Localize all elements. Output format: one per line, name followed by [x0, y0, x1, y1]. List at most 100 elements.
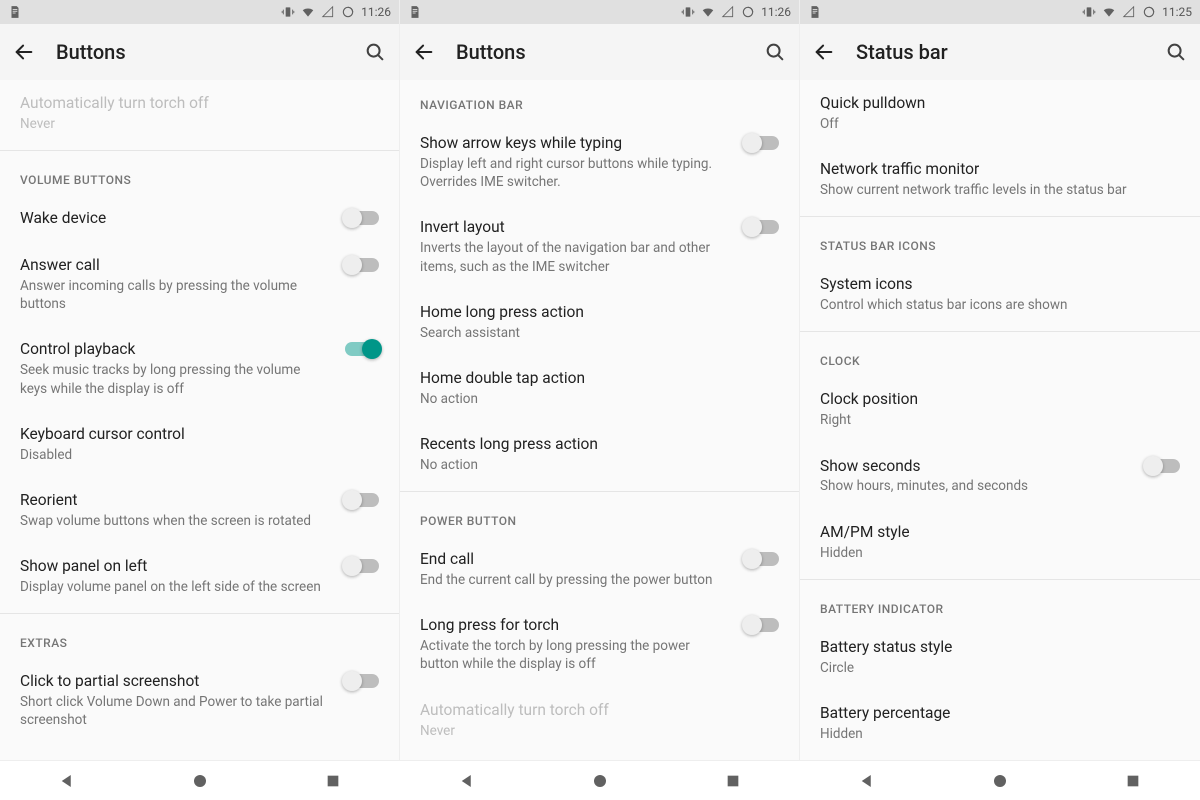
nav-back-button[interactable]: [455, 769, 479, 793]
setting-item[interactable]: Control playbackSeek music tracks by lon…: [0, 326, 399, 410]
battery-icon: [741, 5, 755, 19]
setting-title: Clock position: [820, 389, 1180, 410]
nav-back-button[interactable]: [855, 769, 879, 793]
section-header: POWER BUTTON: [400, 496, 799, 536]
setting-item[interactable]: Clock positionRight: [800, 376, 1200, 442]
toggle-switch[interactable]: [345, 559, 379, 573]
setting-title: Automatically turn torch off: [20, 93, 379, 114]
setting-item[interactable]: Show secondsShow hours, minutes, and sec…: [800, 443, 1200, 509]
setting-item[interactable]: Click to partial screenshotShort click V…: [0, 658, 399, 742]
settings-panel: 11:25Status barQuick pulldownOffNetwork …: [800, 0, 1200, 760]
notification-icon: [8, 5, 22, 19]
battery-icon: [1142, 5, 1156, 19]
page-title: Buttons: [456, 40, 743, 64]
nav-recents-button[interactable]: [1121, 769, 1145, 793]
navigation-bar: [400, 760, 800, 800]
settings-list[interactable]: NAVIGATION BARShow arrow keys while typi…: [400, 80, 799, 760]
toggle-switch[interactable]: [745, 136, 779, 150]
toggle-switch[interactable]: [345, 493, 379, 507]
toggle-switch[interactable]: [745, 220, 779, 234]
setting-subtitle: Never: [20, 115, 379, 133]
vibrate-icon: [681, 5, 695, 19]
setting-text: Show arrow keys while typingDisplay left…: [420, 133, 729, 191]
nav-home-button[interactable]: [588, 769, 612, 793]
setting-item[interactable]: Battery percentageHidden: [800, 690, 1200, 756]
setting-item[interactable]: ReorientSwap volume buttons when the scr…: [0, 477, 399, 543]
setting-subtitle: Display left and right cursor buttons wh…: [420, 155, 729, 191]
setting-subtitle: Short click Volume Down and Power to tak…: [20, 693, 329, 729]
search-button[interactable]: [363, 40, 387, 64]
setting-item[interactable]: AM/PM styleHidden: [800, 509, 1200, 575]
toggle-switch[interactable]: [745, 552, 779, 566]
setting-subtitle: Control which status bar icons are shown: [820, 296, 1180, 314]
nav-recents-button[interactable]: [321, 769, 345, 793]
toggle-switch[interactable]: [345, 674, 379, 688]
setting-title: Control playback: [20, 339, 329, 360]
signal-icon: [721, 5, 735, 19]
setting-text: Clock positionRight: [820, 389, 1180, 429]
setting-title: Recents long press action: [420, 434, 779, 455]
setting-item[interactable]: Quick pulldownOff: [800, 80, 1200, 146]
notification-icon: [808, 5, 822, 19]
setting-title: Wake device: [20, 208, 329, 229]
battery-icon: [341, 5, 355, 19]
back-button[interactable]: [412, 40, 436, 64]
clock-text: 11:26: [761, 5, 791, 19]
setting-item[interactable]: Wake device: [0, 195, 399, 242]
setting-title: Show seconds: [820, 456, 1130, 477]
switch-thumb: [342, 208, 362, 228]
divider: [0, 150, 399, 151]
toggle-switch[interactable]: [345, 342, 379, 356]
setting-item[interactable]: Network traffic monitorShow current netw…: [800, 146, 1200, 212]
toggle-switch[interactable]: [345, 258, 379, 272]
setting-text: Network traffic monitorShow current netw…: [820, 159, 1180, 199]
setting-text: Invert layoutInverts the layout of the n…: [420, 217, 729, 275]
setting-subtitle: Hidden: [820, 544, 1180, 562]
setting-item[interactable]: Long press for torchActivate the torch b…: [400, 602, 799, 686]
setting-item[interactable]: Home long press actionSearch assistant: [400, 289, 799, 355]
setting-item[interactable]: Show panel on leftDisplay volume panel o…: [0, 543, 399, 609]
setting-item[interactable]: Keyboard cursor controlDisabled: [0, 411, 399, 477]
app-bar: Status bar: [800, 24, 1200, 80]
page-title: Buttons: [56, 40, 343, 64]
setting-subtitle: Display volume panel on the left side of…: [20, 578, 329, 596]
setting-item[interactable]: Battery status styleCircle: [800, 624, 1200, 690]
nav-home-button[interactable]: [188, 769, 212, 793]
setting-item[interactable]: Show arrow keys while typingDisplay left…: [400, 120, 799, 204]
nav-home-button[interactable]: [988, 769, 1012, 793]
switch-thumb: [342, 671, 362, 691]
navigation-bar: [0, 760, 400, 800]
toggle-switch[interactable]: [1146, 459, 1180, 473]
settings-list[interactable]: Quick pulldownOff Network traffic monitor…: [800, 80, 1200, 760]
search-button[interactable]: [1164, 40, 1188, 64]
divider: [400, 491, 799, 492]
setting-subtitle: Activate the torch by long pressing the …: [420, 637, 729, 673]
toggle-switch[interactable]: [345, 211, 379, 225]
setting-subtitle: Never: [420, 722, 779, 740]
setting-subtitle: Circle: [820, 659, 1180, 677]
setting-title: System icons: [820, 274, 1180, 295]
switch-thumb: [342, 556, 362, 576]
nav-back-button[interactable]: [55, 769, 79, 793]
setting-item[interactable]: Home double tap actionNo action: [400, 355, 799, 421]
setting-subtitle: Show current network traffic levels in t…: [820, 181, 1180, 199]
setting-item[interactable]: Invert layoutInverts the layout of the n…: [400, 204, 799, 288]
back-button[interactable]: [812, 40, 836, 64]
search-button[interactable]: [763, 40, 787, 64]
setting-text: AM/PM styleHidden: [820, 522, 1180, 562]
setting-title: Show arrow keys while typing: [420, 133, 729, 154]
toggle-switch[interactable]: [745, 618, 779, 632]
nav-recents-button[interactable]: [721, 769, 745, 793]
setting-item[interactable]: Recents long press actionNo action: [400, 421, 799, 487]
setting-item[interactable]: End callEnd the current call by pressing…: [400, 536, 799, 602]
switch-thumb: [742, 549, 762, 569]
setting-item[interactable]: System iconsControl which status bar ico…: [800, 261, 1200, 327]
setting-text: Show secondsShow hours, minutes, and sec…: [820, 456, 1130, 496]
setting-title: End call: [420, 549, 729, 570]
setting-title: Invert layout: [420, 217, 729, 238]
setting-subtitle: End the current call by pressing the pow…: [420, 571, 729, 589]
setting-title: Home long press action: [420, 302, 779, 323]
back-button[interactable]: [12, 40, 36, 64]
setting-item[interactable]: Answer callAnswer incoming calls by pres…: [0, 242, 399, 326]
settings-list[interactable]: Automatically turn torch offNeverVOLUME …: [0, 80, 399, 760]
